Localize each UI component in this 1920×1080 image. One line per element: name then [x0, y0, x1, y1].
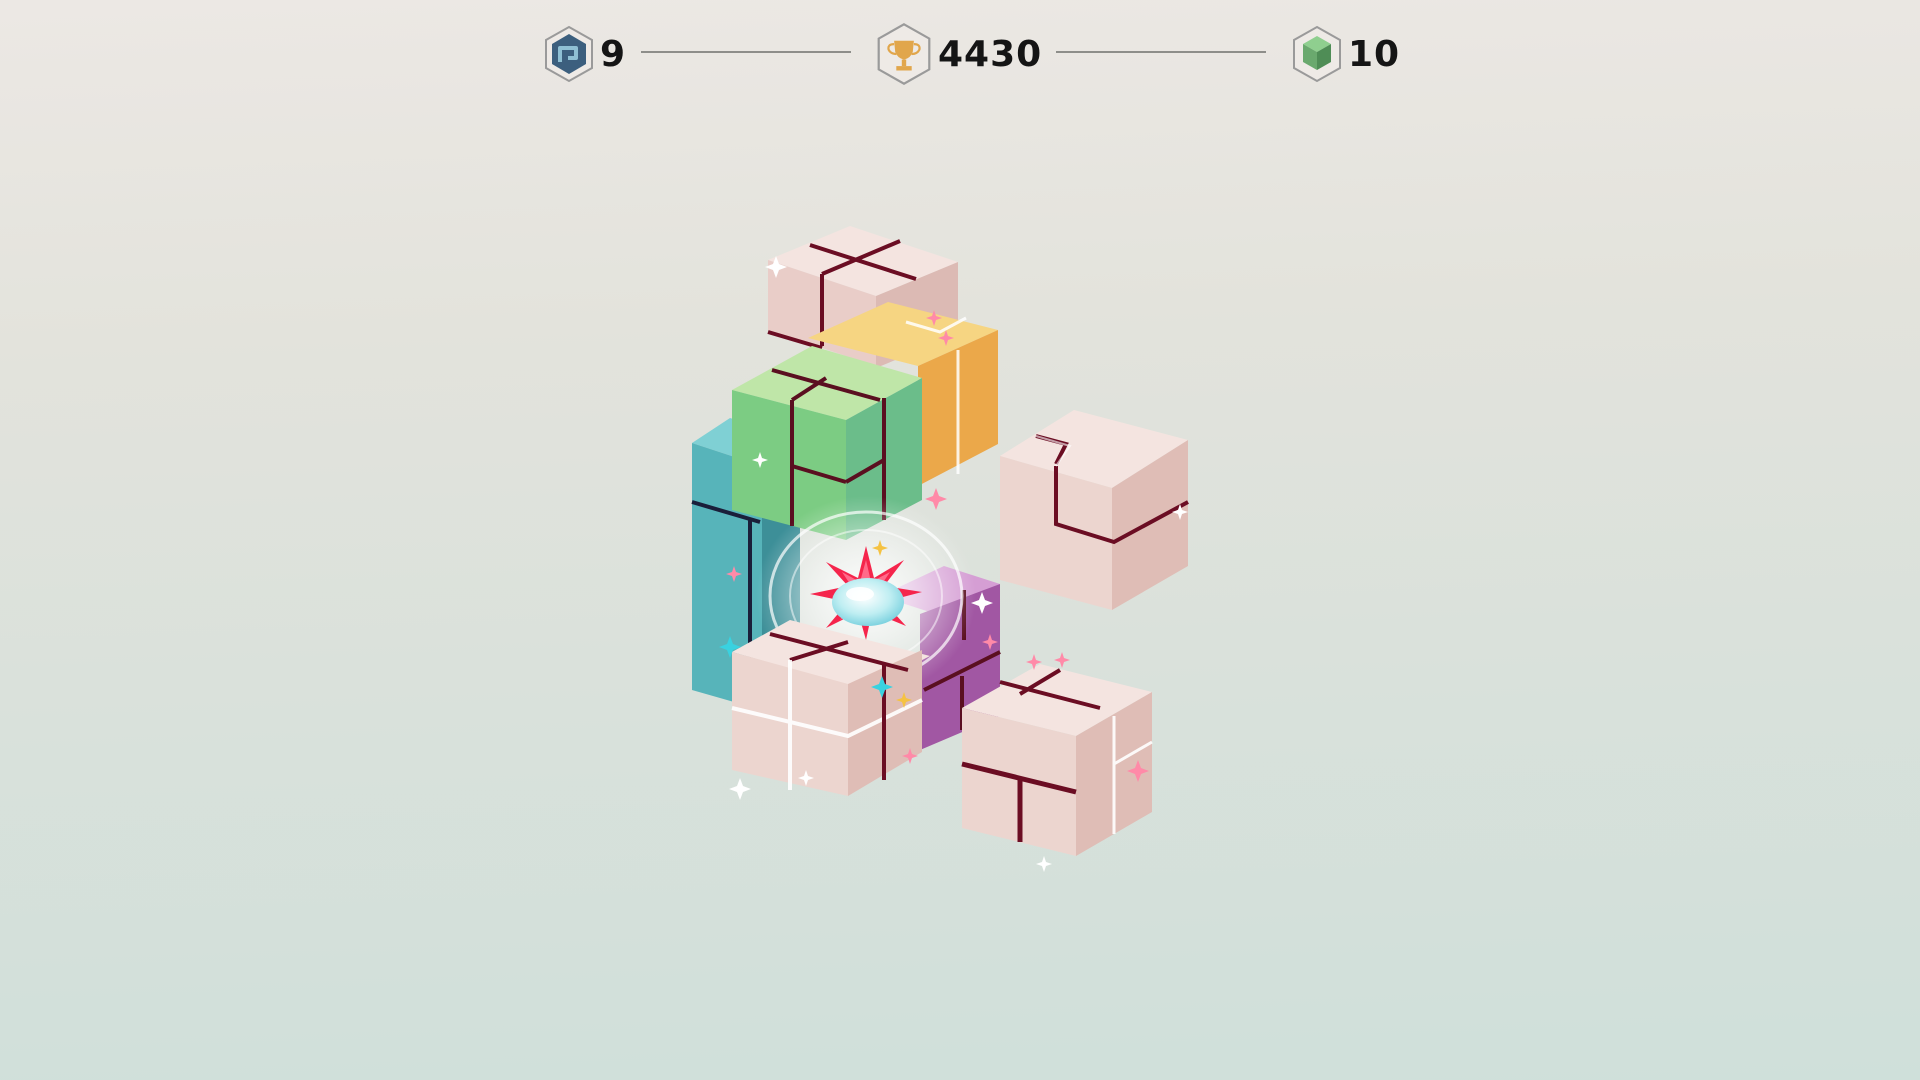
block-pink-front-right[interactable] [961, 664, 1153, 856]
puzzle-scene [691, 226, 1189, 872]
block-pink-right[interactable] [1000, 410, 1189, 610]
